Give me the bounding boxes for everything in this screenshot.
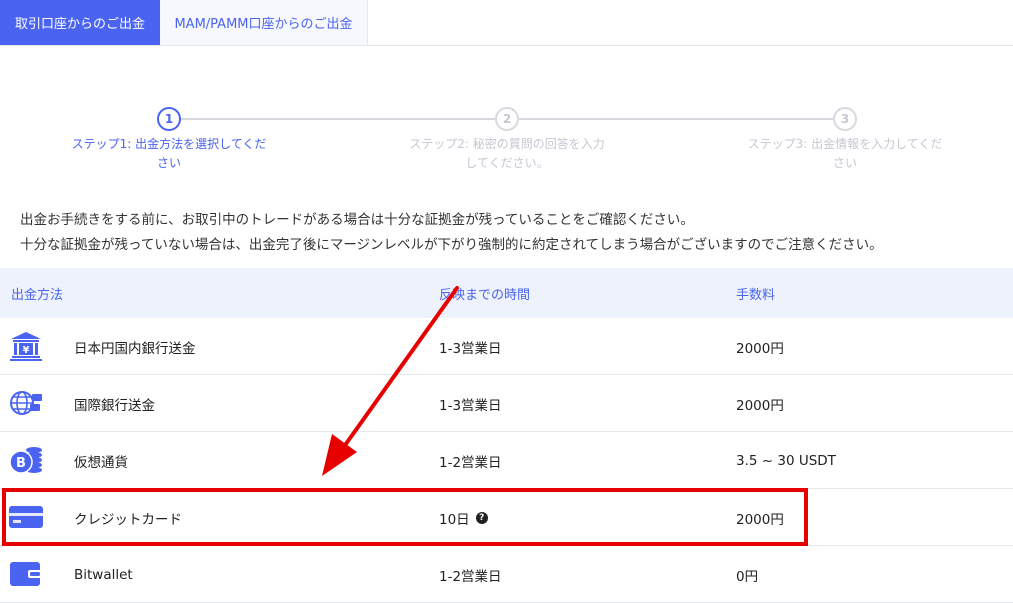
table-row[interactable]: ¥ 日本円国内銀行送金 1-3営業日 2000円 [0,318,1013,375]
step-1-label: ステップ1: 出金方法を選択してくだ さい [64,135,274,173]
highlight-box [2,488,808,546]
svg-text:B: B [16,456,26,471]
method-time: 1-3営業日 [439,397,502,414]
table-row[interactable]: 国際銀行送金 1-3営業日 2000円 [0,375,1013,432]
header-method: 出金方法 [11,287,64,303]
step-1-circle: 1 [157,107,181,131]
tab-mam-pamm-withdrawal[interactable]: MAM/PAMM口座からのご出金 [160,0,368,45]
wallet-icon [9,559,43,589]
step-1-label-line1: ステップ1: 出金方法を選択してくだ [71,137,267,151]
method-name: Bitwallet [74,566,133,583]
step-connector [519,118,833,120]
method-time: 1-3営業日 [439,340,502,357]
step-3-label-line2: さい [832,156,857,170]
step-3-circle: 3 [833,107,857,131]
header-fee: 手数料 [736,287,776,303]
tab-trading-account-withdrawal[interactable]: 取引口座からのご出金 [0,0,160,45]
method-name: 日本円国内銀行送金 [74,340,196,357]
step-3-label-line1: ステップ3: 出金情報を入力してくだ [747,137,943,151]
method-fee: 0円 [736,568,759,585]
step-2-label: ステップ2: 秘密の質問の回答を入力 してください。 [402,135,612,173]
table-header: 出金方法 反映までの時間 手数料 [0,268,1013,318]
method-fee: 2000円 [736,340,784,357]
step-2-circle: 2 [495,107,519,131]
method-time: 1-2営業日 [439,568,502,585]
method-name: 国際銀行送金 [74,397,155,414]
withdrawal-tabs: 取引口座からのご出金 MAM/PAMM口座からのご出金 [0,0,1013,46]
method-fee: 3.5 ~ 30 USDT [736,452,836,469]
method-time: 1-2営業日 [439,454,502,471]
table-row[interactable]: B 仮想通貨 1-2営業日 3.5 ~ 30 USDT [0,432,1013,489]
notice-line-2: 十分な証拠金が残っていない場合は、出金完了後にマージンレベルが下がり強制的に約定… [20,237,883,253]
step-connector [181,118,495,120]
step-2-label-line2: してください。 [465,156,549,170]
step-3-label: ステップ3: 出金情報を入力してくだ さい [740,135,950,173]
globe-transfer-icon [9,388,43,418]
withdrawal-methods-table: 出金方法 反映までの時間 手数料 ¥ 日本円国内銀行送金 1-3営業日 2000… [0,268,1013,603]
bank-yen-icon: ¥ [9,331,43,361]
method-name: 仮想通貨 [74,454,128,471]
table-row[interactable]: Bitwallet 1-2営業日 0円 [0,546,1013,603]
svg-text:¥: ¥ [23,345,30,356]
withdrawal-notice: 出金お手続きをする前に、お取引中のトレードがある場合は十分な証拠金が残っているこ… [20,208,1000,258]
bitcoin-coins-icon: B [9,445,43,475]
step-indicator: 1 2 3 ステップ1: 出金方法を選択してくだ さい ステップ2: 秘密の質問… [0,95,1013,185]
notice-line-1: 出金お手続きをする前に、お取引中のトレードがある場合は十分な証拠金が残っているこ… [20,212,694,228]
method-fee: 2000円 [736,397,784,414]
step-1-label-line2: さい [156,156,181,170]
step-2-label-line1: ステップ2: 秘密の質問の回答を入力 [409,137,605,151]
header-time: 反映までの時間 [439,287,531,303]
